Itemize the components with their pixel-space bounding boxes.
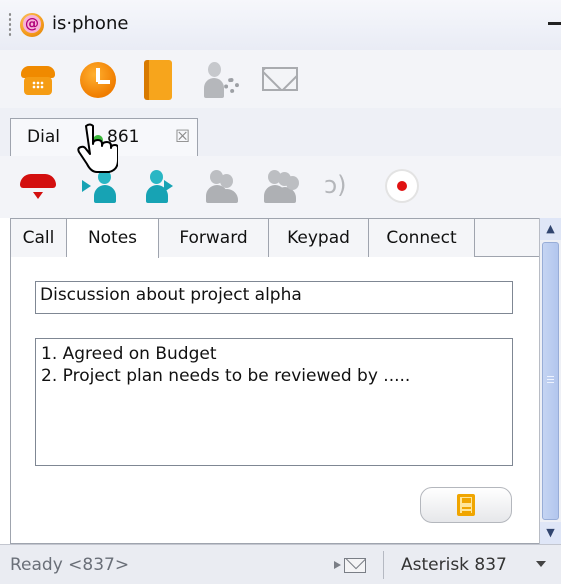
call-tab-label: Dial <box>27 127 60 147</box>
status-bar: Ready <837> Asterisk 837 <box>0 544 561 584</box>
panel-tabs: Call Notes Forward Keypad Connect <box>11 219 539 258</box>
conference-button[interactable] <box>198 164 242 208</box>
group-button[interactable] <box>258 164 302 208</box>
tab-connect[interactable]: Connect <box>369 219 475 257</box>
hand-cursor-icon <box>77 123 118 173</box>
tab-keypad[interactable]: Keypad <box>269 219 369 257</box>
close-tab-icon[interactable]: ☒ <box>175 127 190 147</box>
save-disk-icon <box>457 494 475 516</box>
main-toolbar <box>0 50 561 108</box>
subject-input[interactable]: Discussion about project alpha <box>35 281 513 314</box>
scroll-thumb[interactable] <box>542 242 559 520</box>
address-book-button[interactable] <box>136 58 180 102</box>
hangup-button[interactable] <box>16 164 60 208</box>
account-selector[interactable]: Asterisk 837 <box>401 555 507 575</box>
app-logo-icon: @ <box>20 13 44 37</box>
clock-icon <box>80 62 116 98</box>
voice-button[interactable]: ↄ) <box>318 164 362 208</box>
chevron-down-icon[interactable] <box>536 561 546 567</box>
hangup-icon <box>20 174 56 199</box>
tab-forward[interactable]: Forward <box>159 219 269 257</box>
scroll-down-icon[interactable]: ▼ <box>540 522 561 544</box>
notes-textarea[interactable]: 1. Agreed on Budget 2. Project plan need… <box>35 338 513 466</box>
history-button[interactable] <box>76 58 120 102</box>
save-button[interactable] <box>420 487 512 523</box>
status-text: Ready <837> <box>10 555 130 575</box>
status-divider <box>383 551 384 579</box>
messages-button[interactable] <box>258 58 302 102</box>
scroll-up-icon[interactable]: ▲ <box>540 218 561 240</box>
call-details-panel: Call Notes Forward Keypad Connect Discus… <box>10 218 539 544</box>
tab-call[interactable]: Call <box>11 219 67 257</box>
tab-notes[interactable]: Notes <box>67 219 159 258</box>
title-bar: @ is·phone <box>0 0 561 50</box>
record-button[interactable] <box>380 164 424 208</box>
voicemail-icon[interactable] <box>326 557 370 575</box>
user-settings-button[interactable] <box>198 58 242 102</box>
notes-line: 1. Agreed on Budget <box>41 344 217 364</box>
minimize-button[interactable] <box>548 22 561 25</box>
isphone-window: @ is·phone Dial 861 ☒ ↄ) Call Notes Forw… <box>0 0 561 584</box>
message-envelope-icon <box>262 67 298 91</box>
notes-line: 2. Project plan needs to be reviewed by … <box>41 366 411 386</box>
consult-button[interactable] <box>136 164 180 208</box>
app-title: is·phone <box>52 13 129 34</box>
phone-button[interactable] <box>16 58 60 102</box>
drag-grip-icon[interactable] <box>8 12 12 38</box>
address-book-icon <box>144 60 172 100</box>
voice-icon: ↄ) <box>324 171 347 199</box>
vertical-scrollbar[interactable]: ▲ ▼ <box>539 218 561 544</box>
